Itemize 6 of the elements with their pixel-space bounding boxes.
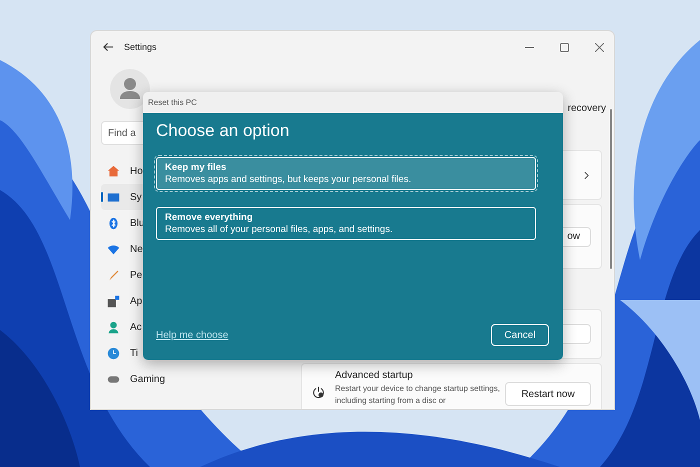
card-description: Restart your device to change startup settings, including starting from a disc or [335,383,501,407]
header-text: recovery [568,103,606,114]
dialog-heading: Choose an option [156,121,290,141]
card-title: Advanced startup [335,370,414,381]
window-title: Settings [124,42,157,52]
dialog-title: Reset this PC [148,98,197,107]
